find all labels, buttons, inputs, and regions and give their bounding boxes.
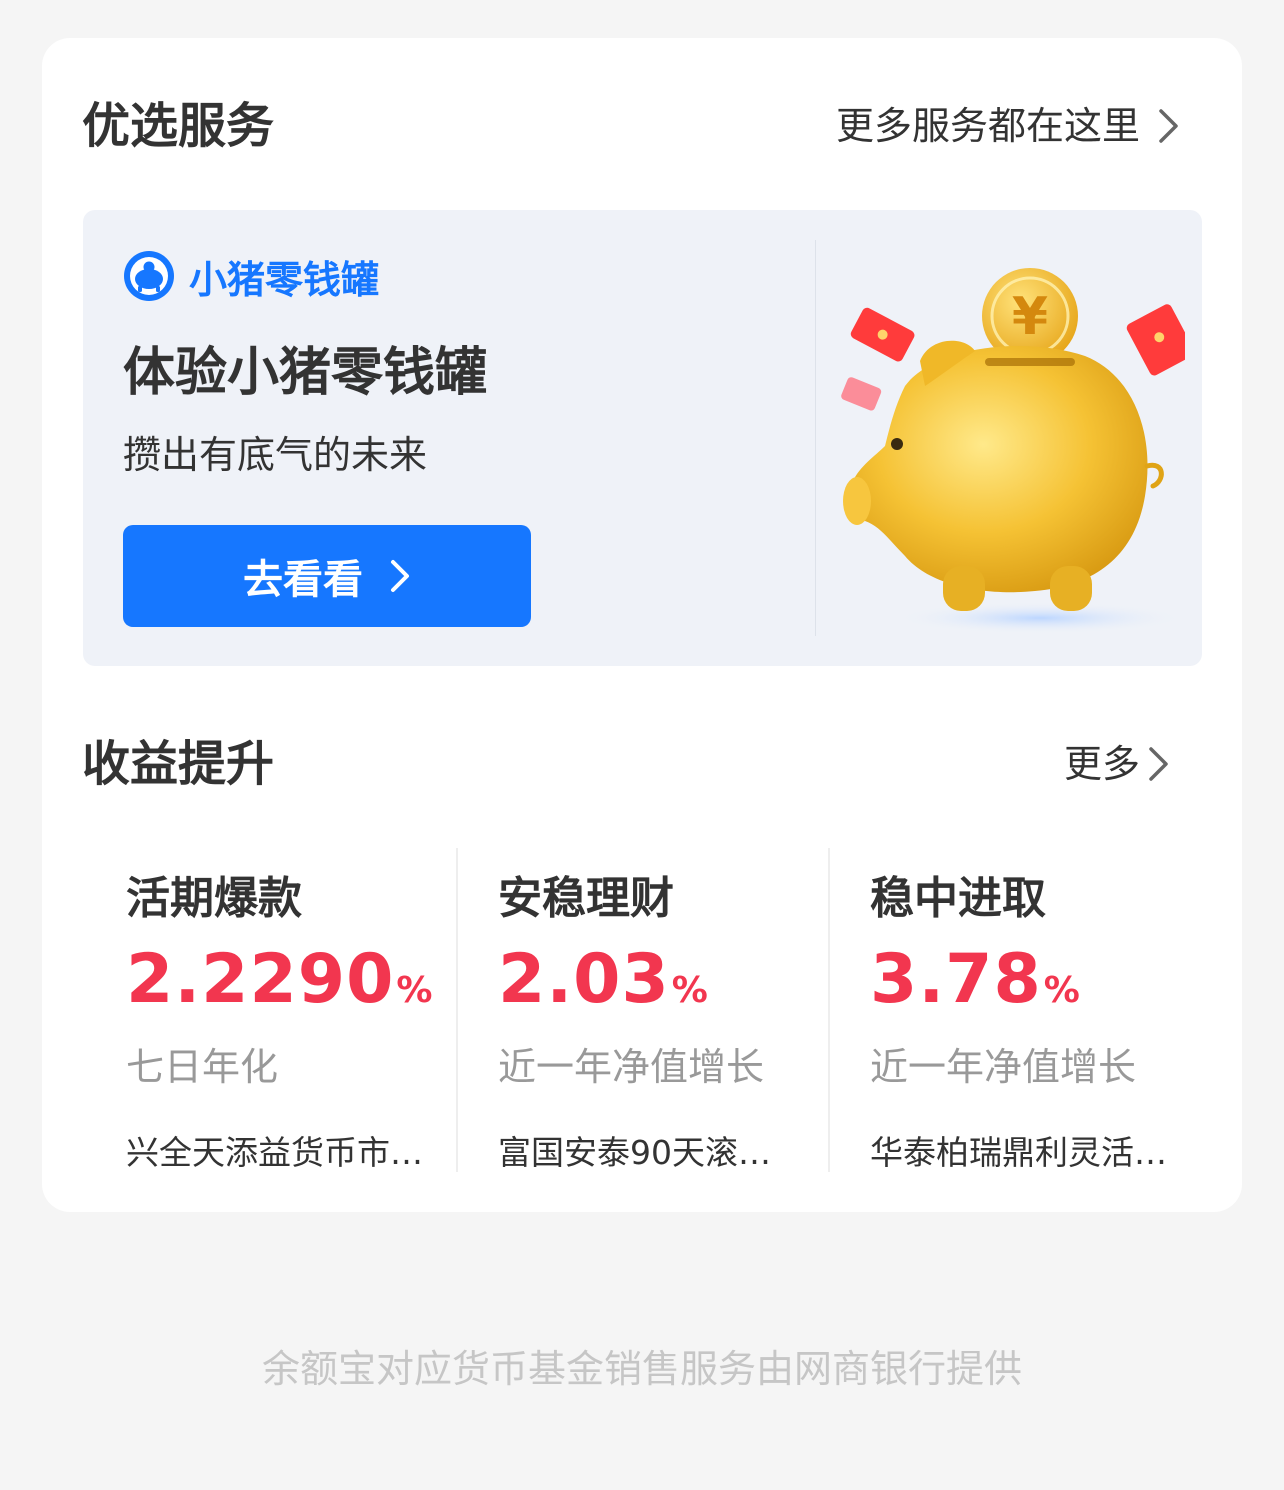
piggy-bank-logo-icon (124, 251, 174, 301)
fund-name: 富国安泰90天滚动持有债券 (498, 1133, 798, 1172)
piggy-bank-promo[interactable]: 小猪零钱罐 体验小猪零钱罐 攒出有底气的未来 去看看 ¥ (83, 210, 1202, 666)
fund-rate-unit: % (1043, 970, 1080, 1011)
go-see-label: 去看看 (243, 557, 363, 603)
piggy-bank-brand: 小猪零钱罐 (123, 250, 379, 302)
golden-piggy-bank-illustration: ¥ (841, 268, 1185, 634)
more-services-label: 更多服务都在这里 (835, 104, 1140, 148)
fund-rate: 2.2290% (126, 940, 432, 1019)
fund-name: 华泰柏瑞鼎利灵活配置混合 (870, 1133, 1170, 1172)
fund-card-3[interactable]: 稳中进取 3.78% 近一年净值增长 华泰柏瑞鼎利灵活配置混合 (828, 848, 1202, 1172)
fund-category: 安稳理财 (498, 873, 674, 924)
fund-rate-label: 七日年化 (126, 1045, 279, 1089)
fund-rate: 2.03% (498, 940, 708, 1019)
fund-rate-unit: % (396, 970, 433, 1011)
promo-headline: 体验小猪零钱罐 (123, 343, 488, 403)
fund-rate-label: 近一年净值增长 (498, 1045, 765, 1089)
fund-rate-value: 3.78 (870, 940, 1042, 1019)
services-card: 优选服务 更多服务都在这里 小猪零钱罐 体验小猪零钱罐 攒出有底气的未来 去看看 (42, 38, 1242, 1212)
chevron-right-icon (1149, 747, 1168, 781)
go-see-button[interactable]: 去看看 (123, 525, 531, 627)
coin-yen-symbol: ¥ (1012, 287, 1048, 347)
fund-category: 稳中进取 (870, 873, 1046, 924)
promo-subtitle: 攒出有底气的未来 (123, 433, 428, 477)
brand-name: 小猪零钱罐 (189, 257, 380, 302)
yield-boost-title: 收益提升 (82, 736, 275, 792)
chevron-right-icon (391, 560, 409, 592)
more-services-link[interactable]: 更多服务都在这里 (836, 76, 1180, 176)
fund-name: 兴全天添益货币市场基金 (126, 1133, 426, 1172)
yield-boost-header: 收益提升 更多 (42, 714, 1242, 814)
featured-services-header: 优选服务 更多服务都在这里 (42, 76, 1242, 176)
more-funds-label: 更多 (1063, 742, 1140, 786)
fund-card-2[interactable]: 安稳理财 2.03% 近一年净值增长 富国安泰90天滚动持有债券 (456, 848, 830, 1172)
red-envelope-icon (850, 307, 915, 362)
more-funds-link[interactable]: 更多 (1064, 714, 1170, 814)
promo-divider (815, 240, 816, 636)
fund-card-1[interactable]: 活期爆款 2.2290% 七日年化 兴全天添益货币市场基金 (42, 848, 432, 1172)
featured-services-title: 优选服务 (82, 98, 275, 154)
fund-rate-value: 2.03 (498, 940, 670, 1019)
chevron-right-icon (1159, 109, 1178, 143)
fund-rate-unit: % (671, 970, 708, 1011)
footer-disclaimer: 余额宝对应货币基金销售服务由网商银行提供 (261, 1347, 1022, 1391)
fund-rate-label: 近一年净值增长 (870, 1045, 1137, 1089)
fund-rate-value: 2.2290 (126, 940, 395, 1019)
fund-category: 活期爆款 (126, 873, 302, 924)
fund-rate: 3.78% (870, 940, 1080, 1019)
